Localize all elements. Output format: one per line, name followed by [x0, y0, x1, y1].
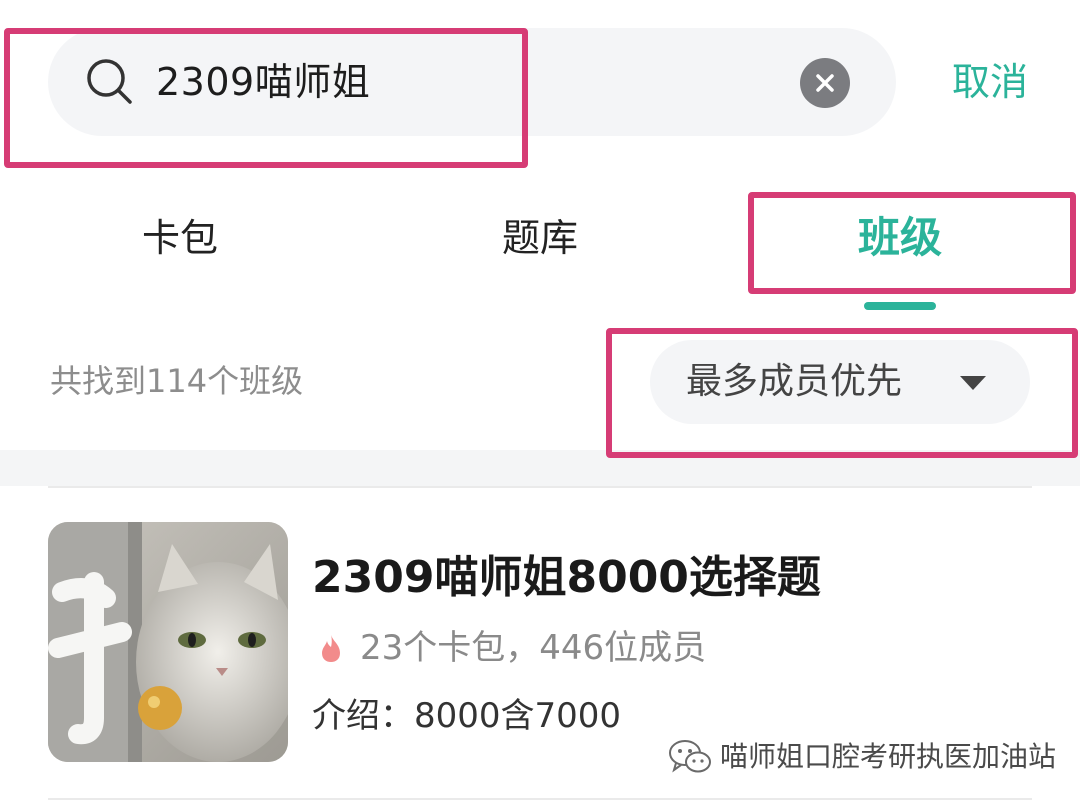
result-count: 共找到114个班级 — [50, 362, 304, 400]
active-tab-indicator — [864, 302, 936, 310]
wechat-icon — [669, 740, 711, 773]
clear-icon — [816, 74, 834, 92]
class-thumbnail[interactable] — [48, 522, 288, 762]
tab-question-bank[interactable]: 题库 — [460, 208, 620, 268]
class-intro: 介绍：8000含7000 — [312, 696, 622, 736]
highlight-box-sort — [606, 328, 1078, 458]
watermark-text: 喵师姐口腔考研执医加油站 — [720, 740, 1057, 773]
highlight-box-search — [4, 28, 528, 168]
cancel-button[interactable]: 取消 — [930, 52, 1050, 112]
divider — [48, 486, 1032, 488]
cat-image — [48, 522, 288, 762]
tab-cards[interactable]: 卡包 — [100, 208, 260, 268]
highlight-box-tab — [748, 192, 1076, 294]
clear-search-button[interactable] — [800, 58, 850, 108]
fire-icon — [322, 634, 340, 662]
class-stats-text: 23个卡包，446位成员 — [360, 628, 707, 668]
divider — [48, 798, 1032, 800]
class-title[interactable]: 2309喵师姐8000选择题 — [312, 546, 821, 610]
